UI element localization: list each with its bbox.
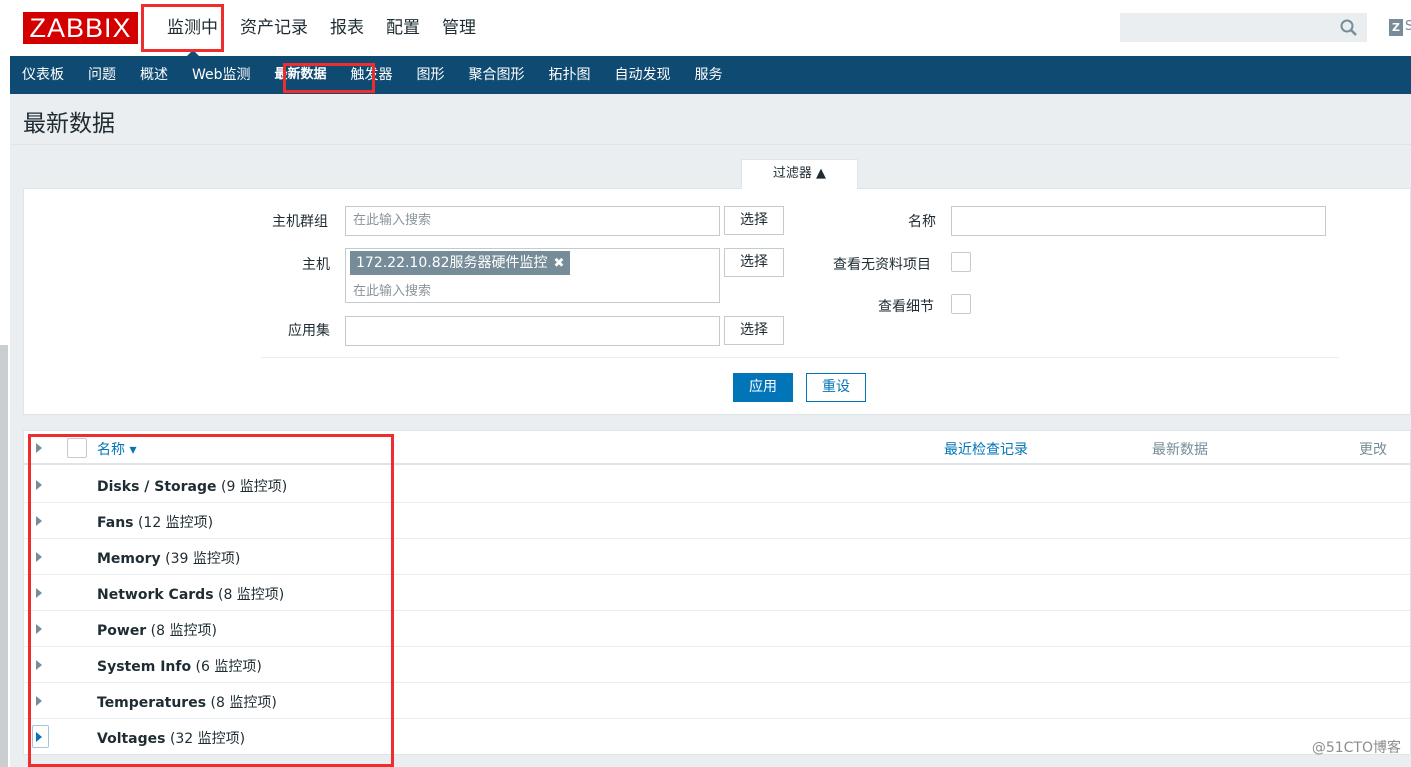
- sub-nav: 仪表板 问题 概述 Web监测 最新数据 触发器 图形 聚合图形 拓扑图 自动发…: [10, 56, 1411, 94]
- reset-button[interactable]: 重设: [806, 373, 866, 402]
- subnav-maps[interactable]: 拓扑图: [537, 56, 603, 94]
- show-details-checkbox[interactable]: [951, 294, 971, 314]
- subnav-problems[interactable]: 问题: [76, 56, 128, 94]
- nav-configuration[interactable]: 配置: [375, 0, 431, 56]
- host-placeholder: 在此输入搜索: [353, 284, 432, 299]
- application-select-button[interactable]: 选择: [724, 316, 784, 345]
- host-group-input[interactable]: 在此输入搜索: [345, 206, 720, 236]
- nav-administration[interactable]: 管理: [431, 0, 487, 56]
- application-label: 应用集: [288, 323, 330, 339]
- title-divider: [10, 144, 1411, 145]
- host-select-button[interactable]: 选择: [724, 248, 784, 277]
- subnav-services[interactable]: 服务: [683, 56, 735, 94]
- annotation-box-latest-data: [283, 63, 375, 93]
- left-scroll-strip: [0, 0, 10, 767]
- filter-tab[interactable]: 过滤器 ▲: [741, 159, 858, 189]
- page-title: 最新数据: [23, 111, 115, 137]
- host-tag: 172.22.10.82服务器硬件监控 ✖: [350, 251, 571, 275]
- column-last-check[interactable]: 最近检查记录: [944, 439, 1028, 459]
- subnav-web[interactable]: Web监测: [180, 56, 263, 94]
- remove-tag-icon[interactable]: ✖: [554, 256, 565, 271]
- host-group-label: 主机群组: [272, 214, 328, 230]
- application-input[interactable]: [345, 316, 720, 346]
- show-details-label: 查看细节: [878, 299, 934, 315]
- subnav-dashboard[interactable]: 仪表板: [10, 56, 76, 94]
- name-input[interactable]: [951, 206, 1326, 236]
- nav-reports[interactable]: 报表: [319, 0, 375, 56]
- name-label: 名称: [908, 214, 936, 230]
- annotation-box-monitoring: [141, 4, 224, 52]
- subnav-overview[interactable]: 概述: [128, 56, 180, 94]
- host-tag-label: 172.22.10.82服务器硬件监控: [356, 255, 548, 271]
- zabbix-share-icon[interactable]: Z: [1389, 19, 1403, 36]
- zabbix-logo[interactable]: ZABBIX: [23, 12, 138, 44]
- show-no-data-label: 查看无资料项目: [833, 257, 931, 273]
- column-last-value: 最新数据: [1152, 442, 1208, 458]
- subnav-discovery[interactable]: 自动发现: [603, 56, 683, 94]
- host-label: 主机: [302, 257, 330, 273]
- subnav-screens[interactable]: 聚合图形: [457, 56, 537, 94]
- share-link-text[interactable]: S: [1405, 19, 1411, 34]
- search-icon[interactable]: [1340, 19, 1358, 37]
- filter-divider: [261, 357, 1339, 358]
- annotation-box-applications: [28, 434, 394, 767]
- subnav-graphs[interactable]: 图形: [405, 56, 457, 94]
- nav-inventory[interactable]: 资产记录: [229, 0, 319, 56]
- apply-button[interactable]: 应用: [733, 373, 793, 402]
- show-no-data-checkbox[interactable]: [951, 252, 971, 272]
- page-scrollbar[interactable]: [0, 345, 8, 767]
- watermark: @51CTO博客: [1311, 740, 1401, 756]
- host-group-select-button[interactable]: 选择: [724, 206, 784, 235]
- column-change: 更改: [1359, 442, 1387, 458]
- global-search-input[interactable]: [1120, 13, 1367, 42]
